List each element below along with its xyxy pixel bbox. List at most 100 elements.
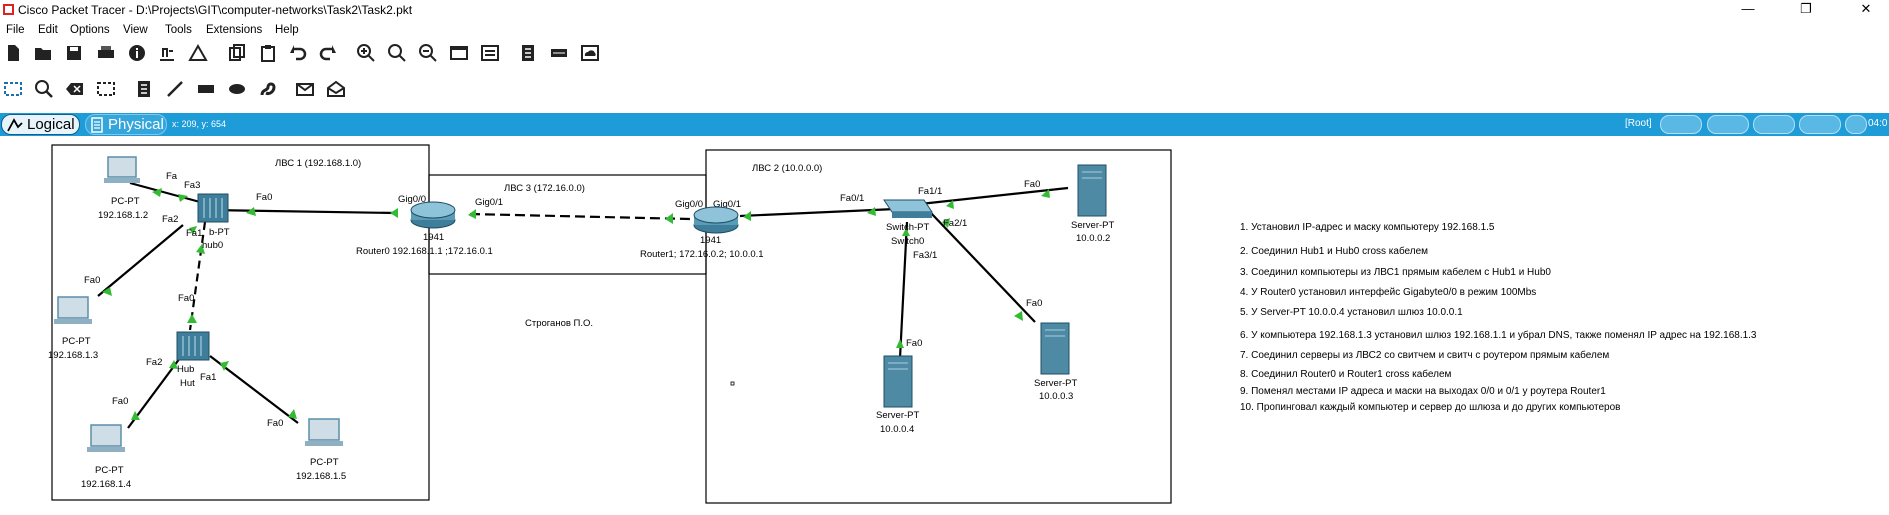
cursor-coordinates: x: 209, y: 654: [172, 119, 227, 129]
menu-options[interactable]: Options: [70, 24, 110, 36]
port-label: Fa0: [906, 338, 922, 349]
pc-192-168-1-4[interactable]: PC-PT 192.168.1.4: [81, 424, 131, 490]
device-name: hub0: [202, 240, 223, 251]
cloud-icon[interactable]: [579, 42, 601, 64]
device-type: Server-PT: [876, 410, 919, 421]
zoom-out-icon[interactable]: [417, 42, 439, 64]
server-10-0-0-4[interactable]: Server-PT 10.0.0.4: [876, 355, 919, 435]
port-label: Fa0: [84, 275, 100, 286]
new-file-icon[interactable]: [2, 42, 24, 64]
add-simple-pdu-icon[interactable]: [294, 78, 316, 100]
link-hub0-router0[interactable]: [209, 208, 396, 215]
draw-ellipse-icon[interactable]: [226, 78, 248, 100]
open-folder-icon[interactable]: [32, 42, 54, 64]
port-label: Fa2: [146, 357, 162, 368]
minimize-button[interactable]: —: [1728, 0, 1768, 20]
note-item: 2. Соединил Hub1 и Hub0 cross кабелем: [1240, 246, 1429, 257]
device-type: PC-PT: [111, 196, 140, 207]
tab-physical[interactable]: Physical: [85, 114, 167, 135]
new-cluster-icon[interactable]: [1707, 115, 1749, 134]
device-type: Hub: [177, 364, 194, 375]
port-label: Fa0: [178, 293, 194, 304]
device-type: PC-PT: [95, 465, 124, 476]
device-ip: 192.168.1.5: [296, 471, 346, 482]
router0[interactable]: 1941 Router0 192.168.1.1 ;172.16.0.1: [356, 201, 493, 257]
port-label: Fa2/1: [943, 218, 967, 229]
draw-line-icon[interactable]: [164, 78, 186, 100]
server-icon: [1077, 164, 1107, 217]
port-label: Fa2: [162, 214, 178, 225]
add-complex-pdu-icon[interactable]: [325, 78, 347, 100]
port-label: Fa1: [186, 228, 202, 239]
menu-help[interactable]: Help: [275, 24, 299, 36]
pc-192-168-1-2[interactable]: PC-PT 192.168.1.2: [98, 156, 148, 221]
note-item: 7. Соединил серверы из ЛВС2 со свитчем и…: [1240, 350, 1610, 361]
move-object-icon[interactable]: [1753, 115, 1795, 134]
custom-device-icon[interactable]: [156, 42, 178, 64]
select-icon[interactable]: [2, 78, 24, 100]
note-item: 8. Соединил Router0 и Router1 cross кабе…: [1240, 369, 1452, 380]
paste-icon[interactable]: [257, 42, 279, 64]
note-item: 5. У Server-PT 10.0.0.4 установил шлюз 1…: [1240, 307, 1463, 318]
undo-icon[interactable]: [287, 42, 309, 64]
info-icon[interactable]: [126, 42, 148, 64]
set-background-icon[interactable]: [1799, 115, 1841, 134]
save-icon[interactable]: [63, 42, 85, 64]
server-10-0-0-2[interactable]: Server-PT 10.0.0.2: [1071, 164, 1114, 244]
device-ip: 10.0.0.4: [880, 424, 914, 435]
cluster-icon[interactable]: [187, 42, 209, 64]
menu-view[interactable]: View: [123, 24, 148, 36]
server-10-0-0-3[interactable]: Server-PT 10.0.0.3: [1034, 322, 1077, 402]
root-label[interactable]: [Root]: [1625, 118, 1652, 129]
physical-icon: [91, 116, 103, 133]
port-label: Gig0/1: [475, 197, 503, 208]
drawing-palette-icon[interactable]: [448, 42, 470, 64]
router-model: 1941: [423, 232, 444, 243]
menu-tools[interactable]: Tools: [165, 24, 192, 36]
tab-logical-label: Logical: [27, 116, 75, 133]
back-icon[interactable]: [1660, 115, 1702, 134]
menu-file[interactable]: File: [6, 24, 25, 36]
copy-icon[interactable]: [226, 42, 248, 64]
port-label: Fa0: [267, 418, 283, 429]
network-device-icon[interactable]: [548, 42, 570, 64]
restore-button[interactable]: ❐: [1786, 0, 1826, 20]
viewport-icon[interactable]: [1845, 115, 1867, 134]
freeform-icon[interactable]: [257, 78, 279, 100]
logical-workspace[interactable]: ЛВС 1 (192.168.1.0) ЛВС 2 (10.0.0.0) ЛВС…: [0, 136, 1889, 510]
place-note-icon[interactable]: [133, 78, 155, 100]
print-icon[interactable]: [95, 42, 117, 64]
pc-192-168-1-3[interactable]: PC-PT 192.168.1.3: [48, 296, 98, 361]
custom-devices-dialog-icon[interactable]: [479, 42, 501, 64]
pc-icon: [57, 296, 89, 319]
draw-rectangle-icon[interactable]: [195, 78, 217, 100]
menu-edit[interactable]: Edit: [38, 24, 58, 36]
note-item: 4. У Router0 установил интерфейс Gigabyt…: [1240, 287, 1537, 298]
zoom-in-icon[interactable]: [355, 42, 377, 64]
inspect-icon[interactable]: [33, 78, 55, 100]
port-label: Fa0/1: [840, 193, 864, 204]
port-label: Fa0: [112, 396, 128, 407]
menu-extensions[interactable]: Extensions: [206, 24, 262, 36]
delete-icon[interactable]: [64, 78, 86, 100]
pc-192-168-1-5[interactable]: PC-PT 192.168.1.5: [296, 418, 346, 482]
hub0[interactable]: b-PT hub0: [197, 193, 230, 251]
device-type: Server-PT: [1071, 220, 1114, 231]
notes-icon[interactable]: [517, 42, 539, 64]
router-label: Router0 192.168.1.1 ;172.16.0.1: [356, 246, 493, 257]
link-router0-router1[interactable]: [469, 212, 691, 221]
redo-icon[interactable]: [317, 42, 339, 64]
link-hub0-pc3[interactable]: [97, 224, 184, 297]
close-button[interactable]: ✕: [1846, 0, 1886, 20]
zoom-reset-icon[interactable]: [386, 42, 408, 64]
title-bar: Cisco Packet Tracer - D:\Projects\GIT\co…: [0, 0, 1889, 20]
note-item: 10. Пропинговал каждый компьютер и серве…: [1240, 402, 1621, 413]
lan3-label: ЛВС 3 (172.16.0.0): [504, 183, 585, 194]
device-ip: 192.168.1.4: [81, 479, 131, 490]
switch0[interactable]: Switch-PT Switch0: [883, 199, 933, 247]
device-name: Switch0: [891, 236, 924, 247]
clock: 04:0: [1868, 118, 1888, 129]
resize-shape-icon[interactable]: [95, 78, 117, 100]
tab-logical[interactable]: Logical: [1, 114, 80, 135]
device-type: PC-PT: [310, 457, 339, 468]
